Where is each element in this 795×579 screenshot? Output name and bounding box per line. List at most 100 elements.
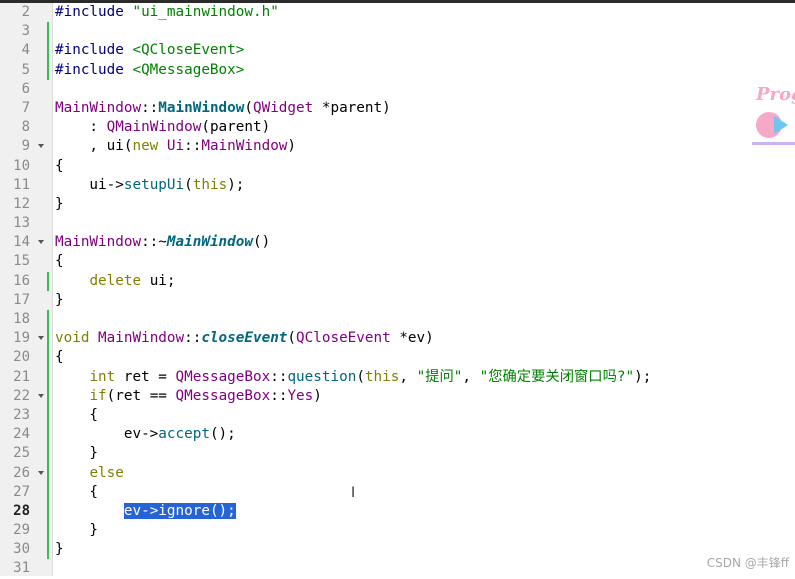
code-line[interactable]: 16 delete ui; bbox=[0, 271, 795, 291]
fold-arrow-icon[interactable] bbox=[38, 336, 44, 341]
code-token: } bbox=[55, 445, 99, 462]
code-line[interactable]: 25 } bbox=[0, 444, 795, 464]
code-token: "您确定要关闭窗口吗?" bbox=[479, 368, 635, 385]
code-line[interactable]: 2 #include "ui_mainwindow.h" bbox=[0, 3, 795, 22]
code-text[interactable]: } bbox=[55, 195, 64, 214]
fold-arrow-icon[interactable] bbox=[38, 240, 44, 245]
change-marker bbox=[47, 501, 49, 522]
code-line[interactable]: 10 { bbox=[0, 157, 795, 176]
line-number: 29 bbox=[13, 522, 30, 539]
code-token: { bbox=[55, 349, 64, 366]
code-line[interactable]: 21 int ret = QMessageBox::question(this,… bbox=[0, 367, 795, 387]
code-text[interactable]: } bbox=[55, 291, 64, 310]
code-line[interactable]: 20 { bbox=[0, 348, 795, 368]
code-token: (parent) bbox=[201, 119, 271, 136]
line-number: 2 bbox=[21, 4, 30, 20]
code-line[interactable]: 26 else bbox=[0, 463, 795, 483]
code-line[interactable]: 13 bbox=[0, 214, 795, 233]
code-token: this bbox=[192, 176, 228, 193]
code-token: ::~ bbox=[141, 234, 167, 251]
line-number: 13 bbox=[13, 215, 30, 232]
code-line[interactable]: 9 , ui(new Ui::MainWindow) bbox=[0, 137, 795, 156]
change-marker bbox=[47, 60, 49, 80]
line-number: 6 bbox=[21, 80, 30, 97]
code-token: QMainWindow bbox=[106, 119, 202, 136]
code-text[interactable]: ev->accept(); bbox=[55, 425, 236, 444]
code-line[interactable]: 18 bbox=[0, 310, 795, 330]
code-token: , bbox=[462, 368, 480, 385]
code-line[interactable]: 6 bbox=[0, 80, 795, 99]
code-text[interactable]: void MainWindow::closeEvent(QCloseEvent … bbox=[55, 329, 434, 348]
code-text[interactable]: } bbox=[55, 444, 98, 463]
code-token: ( bbox=[287, 330, 297, 347]
code-text[interactable]: MainWindow::MainWindow(QWidget *parent) bbox=[55, 99, 391, 118]
code-text[interactable]: #include <QCloseEvent> bbox=[55, 41, 244, 60]
code-text[interactable]: { bbox=[55, 157, 64, 176]
code-line[interactable]: 4 #include <QCloseEvent> bbox=[0, 41, 795, 61]
code-line[interactable]: 3 bbox=[0, 22, 795, 42]
code-line[interactable]: 30} bbox=[0, 540, 795, 560]
line-number: 28 bbox=[13, 502, 30, 519]
code-token: "提问" bbox=[416, 368, 463, 385]
change-marker bbox=[47, 482, 49, 502]
code-line[interactable]: 11 ui->setupUi(this); bbox=[0, 176, 795, 195]
fold-arrow-icon[interactable] bbox=[38, 470, 44, 475]
code-editor[interactable]: 2 #include "ui_mainwindow.h" 3 4 #include <Q… bbox=[0, 3, 795, 576]
code-text[interactable]: MainWindow::~MainWindow() bbox=[55, 233, 270, 252]
code-line[interactable]: 17} bbox=[0, 291, 795, 310]
code-line[interactable]: 7 MainWindow::MainWindow(QWidget *parent) bbox=[0, 99, 795, 118]
code-token: *parent) bbox=[313, 99, 391, 116]
code-token: (); bbox=[209, 426, 236, 443]
code-line[interactable]: 27 { bbox=[0, 482, 795, 502]
code-text[interactable]: int ret = QMessageBox::question(this, "提… bbox=[55, 368, 651, 387]
code-text[interactable]: else bbox=[55, 464, 124, 483]
code-token: } bbox=[55, 291, 64, 308]
logo-text: Prog bbox=[756, 84, 795, 105]
code-line[interactable]: 22 if(ret == QMessageBox::Yes) bbox=[0, 386, 795, 406]
code-token: } bbox=[55, 522, 99, 539]
code-line[interactable]: 5 #include <QMessageBox> bbox=[0, 60, 795, 80]
code-token: *ev) bbox=[390, 330, 434, 347]
code-text[interactable]: { bbox=[55, 483, 98, 502]
code-token: ev-> bbox=[55, 426, 159, 443]
code-line[interactable]: 29 } bbox=[0, 521, 795, 541]
code-text[interactable]: #include "ui_mainwindow.h" bbox=[55, 3, 279, 22]
change-marker bbox=[47, 425, 49, 445]
selected-text: ev->ignore(); bbox=[123, 502, 236, 519]
line-number: 18 bbox=[13, 311, 30, 327]
code-token: delete bbox=[89, 272, 142, 289]
code-line[interactable]: 23 { bbox=[0, 405, 795, 426]
code-line[interactable]: 19 void MainWindow::closeEvent(QCloseEven… bbox=[0, 329, 795, 349]
code-line[interactable]: 8 : QMainWindow(parent) bbox=[0, 118, 795, 137]
logo-blue-triangle-icon bbox=[774, 116, 788, 134]
code-token: else bbox=[89, 464, 124, 481]
code-text[interactable]: ev->ignore(); bbox=[55, 502, 236, 521]
code-line[interactable]: 12} bbox=[0, 195, 795, 214]
code-text[interactable]: delete ui; bbox=[55, 272, 175, 291]
code-text[interactable]: #include <QMessageBox> bbox=[55, 61, 244, 80]
fold-arrow-icon[interactable] bbox=[38, 393, 44, 398]
code-text[interactable]: } bbox=[55, 540, 64, 559]
line-number: 4 bbox=[21, 42, 30, 59]
code-text[interactable]: } bbox=[55, 521, 98, 540]
code-token: { bbox=[55, 157, 64, 174]
code-text[interactable]: , ui(new Ui::MainWindow) bbox=[55, 137, 296, 156]
line-number: 25 bbox=[13, 445, 30, 462]
line-number: 3 bbox=[21, 23, 30, 40]
code-text[interactable]: if(ret == QMessageBox::Yes) bbox=[55, 387, 321, 406]
code-line[interactable]: 24 ev->accept(); bbox=[0, 425, 795, 445]
fold-arrow-icon[interactable] bbox=[38, 144, 44, 149]
code-text[interactable]: : QMainWindow(parent) bbox=[55, 118, 270, 137]
line-number: 10 bbox=[13, 157, 30, 174]
code-line[interactable]: 15 { bbox=[0, 252, 795, 271]
line-number: 27 bbox=[13, 483, 30, 500]
code-text[interactable]: { bbox=[55, 252, 64, 271]
code-text[interactable]: ui->setupUi(this); bbox=[55, 176, 244, 195]
code-token: MainWindow bbox=[201, 138, 288, 155]
code-text[interactable]: { bbox=[55, 348, 64, 367]
change-marker bbox=[47, 22, 49, 42]
code-line[interactable]: 14 MainWindow::~MainWindow() bbox=[0, 233, 795, 252]
code-line[interactable]: 28 ev->ignore(); bbox=[0, 501, 795, 522]
change-marker bbox=[47, 540, 49, 560]
code-text[interactable]: { bbox=[55, 406, 98, 425]
